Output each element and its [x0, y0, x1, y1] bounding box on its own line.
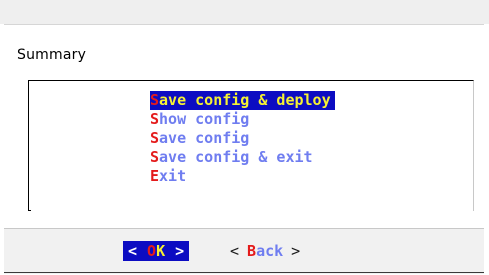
window-top-strip	[0, 0, 489, 24]
menu-box-corner	[28, 210, 31, 211]
back-label-rest: ack	[256, 242, 284, 260]
back-left-bracket: <	[230, 242, 240, 260]
ok-label: OK	[147, 241, 165, 261]
menu-item-exit[interactable]: Exit	[150, 167, 335, 186]
menu-item-hotkey: S	[150, 110, 160, 128]
back-button[interactable]: < Back >	[230, 241, 300, 261]
button-bar: < OK > < Back >	[4, 228, 484, 274]
menu-box: Save config & deploy Show config Save co…	[28, 80, 474, 211]
menu-item-label: xit	[159, 167, 187, 185]
summary-dialog: Summary Save config & deploy Show config…	[4, 24, 484, 274]
menu-item-save-config[interactable]: Save config	[150, 129, 335, 148]
menu-item-label: ave config	[159, 129, 250, 147]
back-right-bracket: >	[291, 242, 301, 260]
menu-item-label: ave config & deploy	[159, 91, 331, 109]
back-label: Back	[247, 241, 283, 261]
menu-item-show-config[interactable]: Show config	[150, 110, 335, 129]
ok-right-bracket: >	[175, 242, 185, 260]
menu-item-save-config-exit[interactable]: Save config & exit	[150, 148, 335, 167]
ok-left-bracket: <	[128, 242, 138, 260]
bottom-border	[4, 272, 484, 273]
menu-list: Save config & deploy Show config Save co…	[150, 91, 335, 186]
menu-item-hotkey: S	[150, 129, 160, 147]
ok-label-rest: K	[156, 242, 166, 260]
menu-item-hotkey: E	[150, 167, 160, 185]
ok-hotkey: O	[147, 242, 157, 260]
dialog-title: Summary	[17, 47, 87, 63]
back-hotkey: B	[247, 242, 257, 260]
menu-item-hotkey: S	[150, 148, 160, 166]
ok-button[interactable]: < OK >	[123, 241, 190, 261]
menu-item-label: ave config & exit	[159, 148, 313, 166]
menu-item-label: how config	[159, 110, 250, 128]
menu-item-hotkey: S	[150, 91, 160, 109]
menu-item-save-config-deploy[interactable]: Save config & deploy	[150, 91, 335, 110]
